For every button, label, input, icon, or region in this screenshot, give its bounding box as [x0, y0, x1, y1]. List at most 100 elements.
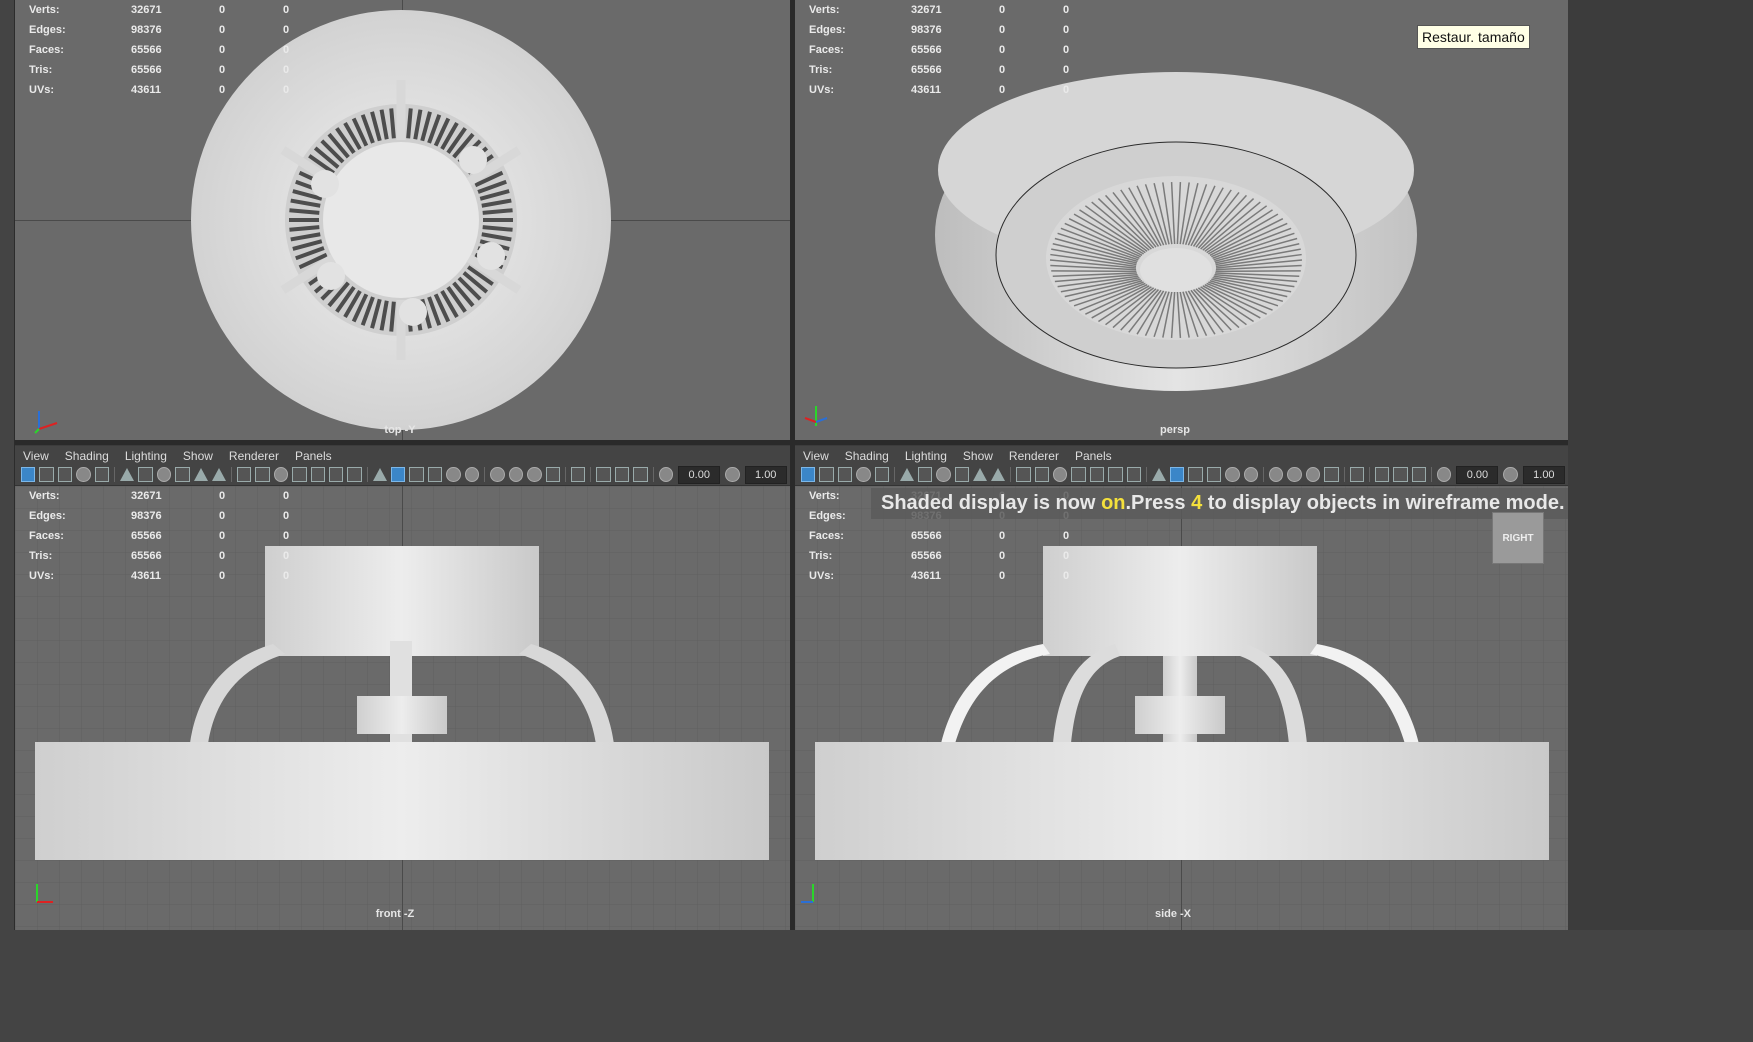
- use-lights-icon[interactable]: [1089, 467, 1105, 482]
- gamma-icon[interactable]: [1503, 467, 1518, 482]
- wireframe-icon[interactable]: [1016, 467, 1031, 482]
- lock-camera-icon[interactable]: [39, 467, 54, 482]
- motion-blur-icon[interactable]: [372, 468, 387, 481]
- ambient-occlusion-icon[interactable]: [1126, 467, 1141, 482]
- safe-title-icon[interactable]: [211, 468, 226, 481]
- select-camera-icon[interactable]: [21, 467, 36, 482]
- menu-panels[interactable]: Panels: [1075, 449, 1112, 463]
- grid-icon[interactable]: [1411, 467, 1427, 482]
- backface-culling-icon[interactable]: [1268, 467, 1284, 482]
- message-text-1: Shaded display is now: [881, 492, 1102, 514]
- menu-show[interactable]: Show: [183, 449, 213, 463]
- bookmark-icon[interactable]: [837, 467, 853, 482]
- exposure-field[interactable]: 0.00: [1456, 465, 1499, 484]
- isolate-select-icon[interactable]: [1206, 467, 1222, 482]
- panel-menu-bar-front: View Shading Lighting Show Renderer Panels: [15, 446, 790, 466]
- wireframe-icon[interactable]: [236, 467, 252, 482]
- gamma-field[interactable]: 1.00: [1522, 465, 1565, 484]
- exposure-icon[interactable]: [508, 467, 524, 482]
- menu-view[interactable]: View: [23, 449, 49, 463]
- motion-blur-icon[interactable]: [1151, 468, 1166, 481]
- gamma-icon[interactable]: [527, 467, 542, 482]
- lock-camera-icon[interactable]: [571, 467, 586, 482]
- bottom-strip: [0, 930, 1753, 1042]
- menu-renderer[interactable]: Renderer: [1009, 449, 1059, 463]
- image-plane-icon[interactable]: [1393, 467, 1408, 482]
- smooth-shade-icon[interactable]: [1034, 467, 1049, 482]
- textured-icon[interactable]: [1071, 467, 1086, 482]
- exposure-field[interactable]: 0.00: [678, 465, 721, 484]
- xray-icon[interactable]: [446, 467, 461, 482]
- smooth-shade-icon[interactable]: [255, 467, 270, 482]
- isolate-select-icon[interactable]: [427, 467, 443, 482]
- use-lights-icon[interactable]: [310, 467, 325, 482]
- wireframe-on-shaded-icon[interactable]: [1052, 467, 1068, 482]
- grid-icon[interactable]: [94, 467, 110, 482]
- image-plane-icon[interactable]: [76, 467, 91, 482]
- depth-of-field-icon[interactable]: [409, 467, 424, 482]
- wireframe-on-shaded-icon[interactable]: [273, 467, 289, 482]
- viewcube[interactable]: RIGHT: [1492, 512, 1544, 564]
- safe-title-icon[interactable]: [991, 468, 1006, 481]
- film-gate-icon[interactable]: [899, 468, 914, 481]
- select-camera-icon[interactable]: [545, 467, 561, 482]
- shadows-icon[interactable]: [1108, 467, 1123, 482]
- camera-label-persp: persp: [1160, 424, 1190, 436]
- lock-camera-icon[interactable]: [1349, 467, 1364, 482]
- menu-panels[interactable]: Panels: [295, 449, 332, 463]
- film-gate-icon[interactable]: [120, 468, 135, 481]
- lock-camera-icon[interactable]: [819, 467, 834, 482]
- stat-label: Edges:: [29, 510, 66, 522]
- film-gate-icon[interactable]: [1437, 467, 1452, 482]
- anti-aliasing-icon[interactable]: [390, 467, 406, 482]
- menu-view[interactable]: View: [803, 449, 829, 463]
- stat-value: 32671: [131, 490, 162, 502]
- menu-lighting[interactable]: Lighting: [125, 449, 167, 463]
- film-gate-icon[interactable]: [658, 467, 674, 482]
- xray-icon[interactable]: [1225, 467, 1240, 482]
- menu-shading[interactable]: Shading: [65, 449, 109, 463]
- resolution-gate-icon[interactable]: [917, 467, 933, 482]
- image-plane-icon[interactable]: [856, 467, 871, 482]
- gamma-icon[interactable]: [725, 467, 740, 482]
- textured-icon[interactable]: [292, 467, 307, 482]
- image-plane-icon[interactable]: [614, 467, 630, 482]
- panel-divider-horizontal[interactable]: [15, 440, 1568, 445]
- grid-icon[interactable]: [633, 467, 648, 482]
- xray-joints-icon[interactable]: [464, 467, 480, 482]
- exposure-icon[interactable]: [1287, 467, 1302, 482]
- safe-action-icon[interactable]: [193, 468, 208, 481]
- menu-show[interactable]: Show: [963, 449, 993, 463]
- anti-aliasing-icon[interactable]: [1169, 467, 1185, 482]
- viewport-side[interactable]: Verts:3267100Edges:9837600Faces:6556600T…: [795, 486, 1568, 930]
- grid-icon[interactable]: [874, 467, 890, 482]
- bookmark-icon[interactable]: [596, 467, 611, 482]
- gate-mask-icon[interactable]: [936, 467, 951, 482]
- menu-renderer[interactable]: Renderer: [229, 449, 279, 463]
- viewport-top[interactable]: Verts: 32671 0 0 Edges: 98376 0 0 Faces: 65566 0 0 T…: [15, 0, 790, 440]
- bookmark-icon[interactable]: [1374, 467, 1390, 482]
- safe-action-icon[interactable]: [973, 468, 988, 481]
- depth-of-field-icon[interactable]: [1188, 467, 1203, 482]
- message-key: 4: [1191, 492, 1203, 514]
- stat-selected-value: 0: [283, 24, 290, 36]
- viewport-persp[interactable]: Verts: 32671 0 0 Edges: 98376 0 0 Faces: 65566 0 0 T…: [795, 0, 1568, 440]
- menu-lighting[interactable]: Lighting: [905, 449, 947, 463]
- menu-shading[interactable]: Shading: [845, 449, 889, 463]
- backface-culling-icon[interactable]: [490, 467, 505, 482]
- field-chart-icon[interactable]: [175, 467, 190, 482]
- gate-mask-icon[interactable]: [156, 467, 172, 482]
- resolution-gate-icon[interactable]: [138, 467, 153, 482]
- shadows-icon[interactable]: [329, 467, 344, 482]
- xray-joints-icon[interactable]: [1243, 467, 1258, 482]
- stat-label: Edges:: [809, 24, 846, 36]
- gamma-icon[interactable]: [1305, 467, 1321, 482]
- stat-value: 32671: [911, 4, 942, 16]
- bookmark-icon[interactable]: [57, 467, 73, 482]
- ambient-occlusion-icon[interactable]: [347, 467, 362, 482]
- select-camera-icon[interactable]: [801, 467, 816, 482]
- viewport-front[interactable]: Verts: 32671 0 0 Edges: 98376 0 0 Faces: 65566 0 0 T…: [15, 486, 790, 930]
- field-chart-icon[interactable]: [954, 467, 970, 482]
- gamma-field[interactable]: 1.00: [744, 465, 787, 484]
- select-camera-icon[interactable]: [1324, 467, 1339, 482]
